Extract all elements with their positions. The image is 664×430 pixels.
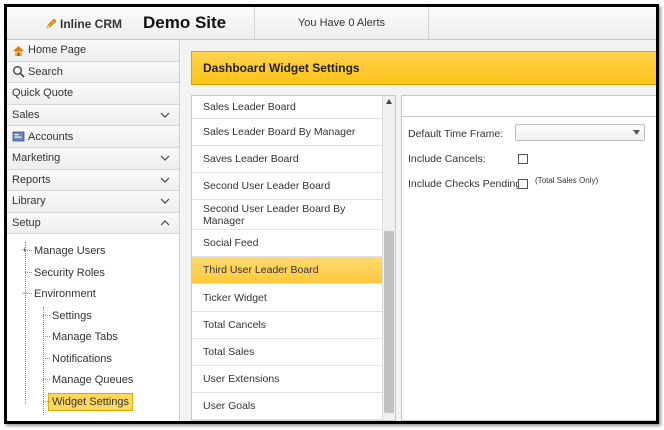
nav-library-label: Library [12, 195, 46, 208]
widget-list-item[interactable]: Ticker Widget [192, 284, 395, 312]
tree-item-label: Security Roles [34, 266, 105, 279]
default-time-frame-select[interactable] [515, 124, 645, 141]
widget-list-item[interactable]: Total Sales [192, 339, 395, 366]
tree-item-security-roles[interactable]: Security Roles [7, 262, 179, 284]
tree-item-label: Manage Queues [52, 374, 134, 387]
include-cancels-label: Include Cancels: [408, 153, 486, 165]
scroll-up-arrow-icon[interactable] [385, 98, 393, 106]
include-cancels-row: Include Cancels: [408, 153, 486, 165]
tree-item-environment[interactable]: − Environment [7, 283, 179, 305]
tree-item-label: Environment [34, 288, 96, 301]
include-cancels-checkbox[interactable] [518, 154, 528, 164]
default-time-frame-label: Default Time Frame: [408, 128, 504, 140]
nav-quick-quote[interactable]: Quick Quote [7, 83, 179, 105]
tree-item-label: Settings [52, 309, 92, 322]
app-name: Inline CRM [60, 17, 122, 31]
nav-home-page[interactable]: Home Page [7, 40, 179, 62]
pencil-logo-icon [46, 18, 57, 29]
widget-list-item[interactable]: Sales Leader Board [192, 96, 395, 119]
chevron-down-icon [160, 198, 170, 205]
include-checks-pending-label: Include Checks Pending: [408, 178, 525, 190]
tree-branch [43, 379, 50, 381]
tree-branch [43, 336, 50, 338]
widget-list-item[interactable]: Saves Leader Board [192, 146, 395, 174]
setup-tree: + Manage Users Security Roles − Environm… [7, 234, 179, 416]
tree-item-label: Manage Tabs [52, 331, 118, 344]
nav-library[interactable]: Library [7, 191, 179, 213]
dropdown-arrow-icon [633, 130, 640, 135]
app-window: Inline CRM Demo Site You Have 0 Alerts H… [4, 4, 659, 424]
widget-list-item[interactable]: Total Cancels [192, 312, 395, 339]
tree-item-widget-settings[interactable]: Widget Settings [7, 391, 179, 413]
nav-accounts[interactable]: Accounts [7, 126, 179, 148]
tree-branch [25, 271, 32, 273]
search-icon [13, 66, 25, 78]
site-title: Demo Site [143, 13, 227, 32]
accounts-icon [12, 131, 25, 142]
chevron-down-icon [160, 177, 170, 183]
top-bar: Inline CRM Demo Site You Have 0 Alerts [7, 7, 656, 40]
nav-sales[interactable]: Sales [7, 104, 179, 127]
widget-list-item[interactable]: User Goals [192, 393, 395, 420]
main-content: Dashboard Widget Settings Sales Leader B… [181, 40, 656, 421]
sidebar: Home Page Search Quick Quote Sales Accou… [7, 40, 180, 421]
default-time-frame-row: Default Time Frame: [408, 128, 503, 140]
alerts-indicator[interactable]: You Have 0 Alerts [254, 7, 429, 39]
scroll-thumb[interactable] [384, 231, 394, 413]
tree-item-manage-queues[interactable]: Manage Queues [7, 369, 179, 391]
widget-list-item[interactable]: Second User Leader Board [192, 173, 395, 201]
tree-branch [43, 314, 50, 316]
tree-item-settings[interactable]: Settings [7, 305, 179, 327]
include-checks-pending-checkbox[interactable] [518, 179, 528, 189]
nav-reports-label: Reports [12, 173, 51, 186]
nav-sales-label: Sales [12, 109, 40, 122]
widget-list-scrollbar[interactable] [382, 96, 395, 420]
panel-title: Dashboard Widget Settings [191, 51, 656, 85]
widget-settings-panel: Default Time Frame: Include Cancels: Inc… [401, 95, 656, 421]
nav-accounts-label: Accounts [28, 130, 74, 143]
tree-branch [25, 250, 32, 252]
chevron-down-icon [160, 155, 170, 161]
nav-search-label: Search [28, 65, 63, 78]
widget-list: Sales Leader Board Sales Leader Board By… [191, 95, 396, 421]
nav-setup-label: Setup [12, 217, 41, 230]
app-logo[interactable]: Inline CRM [45, 17, 122, 31]
home-icon [13, 45, 24, 56]
tree-branch [43, 400, 50, 402]
tree-branch [43, 357, 50, 359]
settings-title-bar [402, 96, 656, 117]
widget-list-item[interactable]: Social Feed [192, 230, 395, 258]
widget-list-item[interactable]: User Extensions [192, 366, 395, 393]
include-checks-pending-row: Include Checks Pending: [408, 178, 524, 190]
chevron-down-icon [160, 112, 170, 118]
tree-item-label: Manage Users [34, 245, 106, 258]
tree-item-label: Notifications [52, 352, 112, 365]
nav-search[interactable]: Search [7, 61, 179, 84]
nav-home-page-label: Home Page [28, 44, 87, 57]
tree-item-notifications[interactable]: Notifications [7, 348, 179, 370]
nav-reports[interactable]: Reports [7, 169, 179, 192]
tree-item-manage-tabs[interactable]: Manage Tabs [7, 326, 179, 348]
widget-list-item[interactable]: Sales Leader Board By Manager [192, 119, 395, 147]
widget-list-item-selected[interactable]: Third User Leader Board [192, 257, 395, 285]
tree-branch [25, 293, 32, 295]
tree-item-label: Widget Settings [48, 392, 134, 411]
total-sales-only-note: (Total Sales Only) [535, 176, 599, 185]
nav-marketing[interactable]: Marketing [7, 147, 179, 170]
chevron-up-icon [160, 219, 170, 226]
widget-list-item[interactable]: Second User Leader Board By Manager [192, 200, 395, 231]
tree-item-manage-users[interactable]: + Manage Users [7, 240, 179, 262]
nav-marketing-label: Marketing [12, 152, 61, 165]
nav-quick-quote-label: Quick Quote [12, 87, 74, 100]
nav-setup[interactable]: Setup [7, 212, 179, 235]
